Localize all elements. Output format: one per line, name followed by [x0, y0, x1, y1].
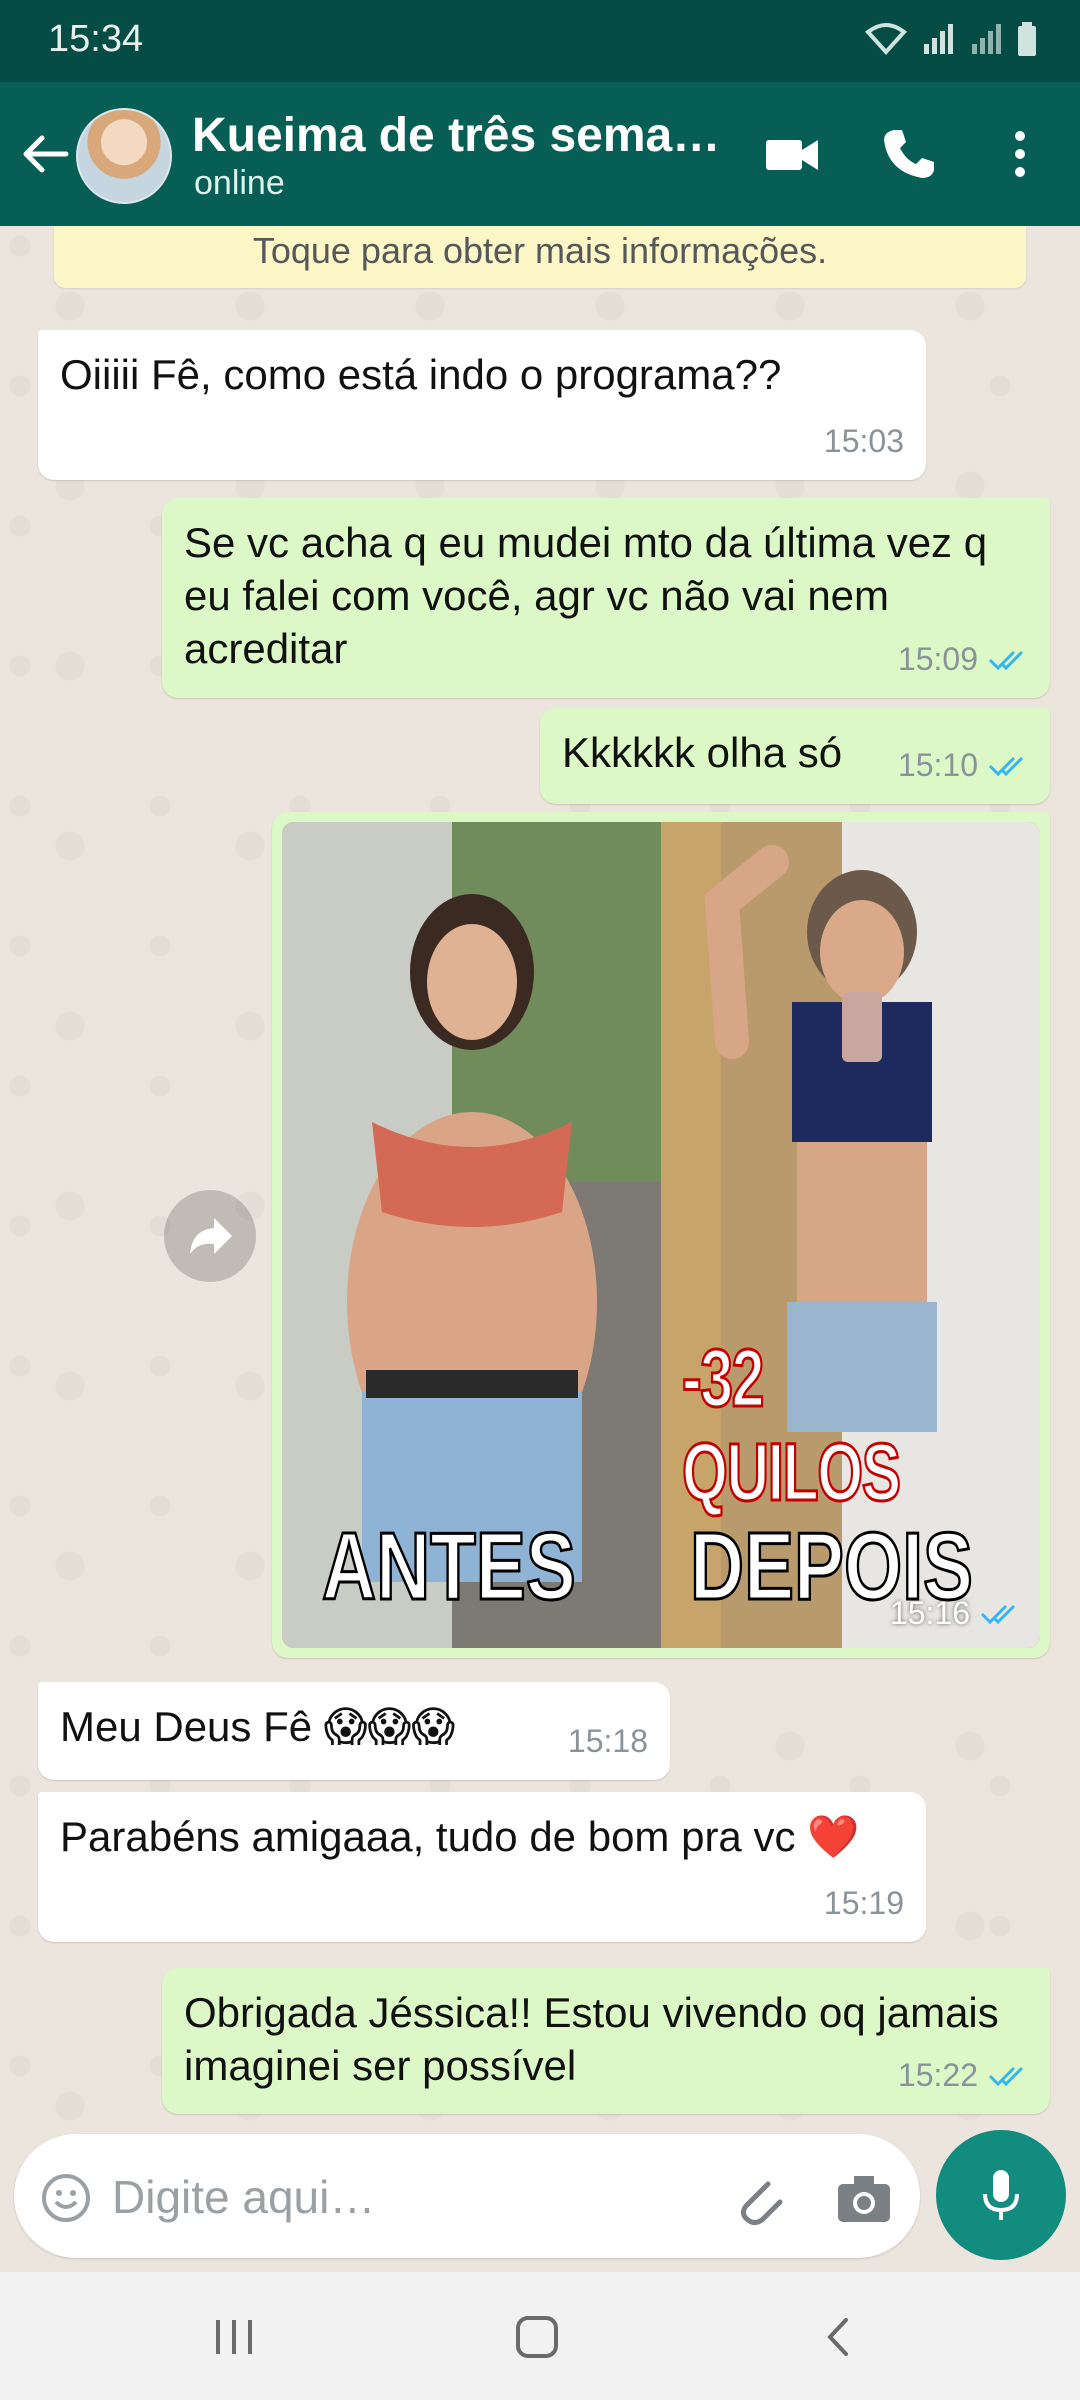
battery-icon	[1018, 22, 1036, 56]
attach-icon[interactable]	[728, 2170, 788, 2230]
message-time: 15:19	[823, 1885, 904, 1921]
message-time: 15:22	[897, 2057, 978, 2093]
contact-status: online	[194, 164, 285, 202]
message-time: 15:09	[897, 641, 978, 677]
system-icons	[864, 20, 1040, 56]
message-meta: 15:03	[824, 415, 904, 468]
message-text: Oiiiii Fê, como está indo o programa??	[60, 351, 782, 398]
message-incoming[interactable]: Meu Deus Fê 😱😱😱 15:18	[38, 1682, 670, 1780]
image-message[interactable]: -32 QUILOS ANTES DEPOIS 15:16	[272, 812, 1050, 1658]
message-meta: 15:22	[898, 2049, 1028, 2102]
signal-icon	[924, 24, 953, 54]
status-bar: 15:34	[0, 0, 1080, 82]
message-outgoing[interactable]: Kkkkkk olha só 15:10	[540, 708, 1050, 804]
forward-button[interactable]	[164, 1190, 256, 1282]
camera-icon[interactable]	[834, 2170, 894, 2226]
back-arrow-icon[interactable]	[18, 126, 74, 182]
message-text: Se vc acha q eu mudei mto da última vez …	[184, 519, 988, 672]
message-text: Obrigada Jéssica!! Estou vivendo oq jama…	[184, 1989, 999, 2089]
forward-icon	[190, 1218, 232, 1254]
message-text: Meu Deus Fê 😱😱😱	[60, 1703, 456, 1750]
message-text: Parabéns amigaaa, tudo de bom pra vc ❤️	[60, 1813, 860, 1860]
message-incoming[interactable]: Parabéns amigaaa, tudo de bom pra vc ❤️ …	[38, 1792, 926, 1942]
message-meta: 15:10	[898, 739, 1028, 792]
mic-button[interactable]	[936, 2130, 1066, 2260]
message-text: Kkkkkk olha só	[562, 729, 843, 776]
phone-icon[interactable]	[876, 122, 940, 186]
message-time: 15:10	[897, 747, 978, 783]
signal-icon-2	[972, 24, 1001, 54]
photo-badge-text: -32 QUILOS	[681, 1332, 902, 1520]
message-meta: 15:18	[568, 1715, 648, 1768]
message-time: 15:18	[567, 1723, 648, 1759]
message-input[interactable]: Digite aqui…	[112, 2170, 375, 2224]
nav-back-icon[interactable]	[818, 2314, 858, 2360]
before-after-photo[interactable]: -32 QUILOS ANTES DEPOIS	[282, 822, 1040, 1648]
message-meta: 15:16	[890, 1595, 1020, 1632]
status-time: 15:34	[48, 18, 144, 60]
avatar[interactable]	[76, 108, 172, 204]
message-incoming[interactable]: Oiiiii Fê, como está indo o programa?? 1…	[38, 330, 926, 480]
mic-icon	[983, 2170, 1019, 2220]
emoji-icon[interactable]	[40, 2172, 92, 2224]
wifi-icon	[865, 23, 907, 55]
read-ticks-icon	[980, 1604, 1016, 1624]
more-vert-icon[interactable]	[992, 122, 1048, 186]
photo-before-label: ANTES	[321, 1512, 577, 1622]
read-ticks-icon	[988, 650, 1024, 670]
recents-icon[interactable]	[210, 2316, 260, 2358]
message-time: 15:16	[889, 1595, 970, 1631]
chat-area[interactable]: Toque para obter mais informações. Oiiii…	[0, 226, 1080, 2130]
read-ticks-icon	[988, 756, 1024, 776]
chat-header: Kueima de três sema… online	[0, 82, 1080, 226]
message-input-bar[interactable]: Digite aqui…	[14, 2134, 920, 2258]
message-outgoing[interactable]: Obrigada Jéssica!! Estou vivendo oq jama…	[162, 1968, 1050, 2114]
message-time: 15:03	[823, 423, 904, 459]
video-call-icon[interactable]	[760, 122, 824, 186]
message-meta: 15:19	[824, 1877, 904, 1930]
system-nav-bar	[0, 2272, 1080, 2400]
message-meta: 15:09	[898, 633, 1028, 686]
home-icon[interactable]	[512, 2314, 562, 2360]
read-ticks-icon	[988, 2066, 1024, 2086]
info-banner[interactable]: Toque para obter mais informações.	[54, 226, 1026, 288]
contact-name[interactable]: Kueima de três sema…	[192, 108, 720, 163]
message-outgoing[interactable]: Se vc acha q eu mudei mto da última vez …	[162, 498, 1050, 698]
